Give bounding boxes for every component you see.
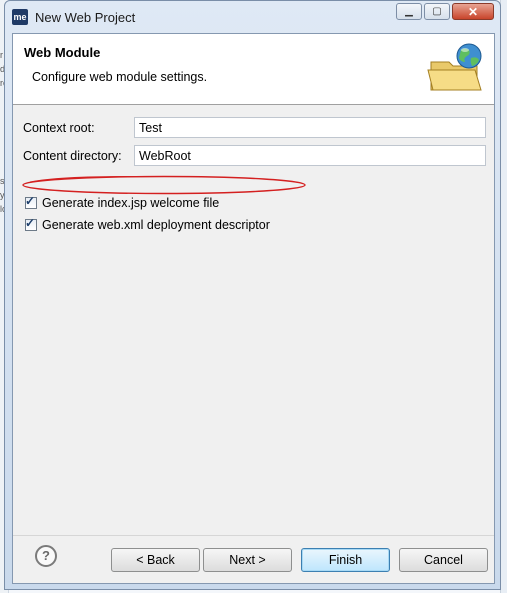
button-bar-separator [13, 535, 494, 536]
generate-web-xml-checkbox[interactable]: ✓ [25, 216, 37, 231]
generate-web-xml-label: Generate web.xml deployment descriptor [42, 218, 270, 232]
minimize-icon: ▁ [405, 6, 413, 17]
maximize-button[interactable]: ▢ [424, 3, 450, 20]
close-icon: ✕ [467, 4, 479, 19]
content-directory-label: Content directory: [23, 149, 122, 163]
help-icon: ? [42, 548, 50, 563]
wizard-banner: Web Module Configure web module settings… [13, 34, 494, 105]
checkmark-icon: ✓ [25, 194, 36, 208]
page-description: Configure web module settings. [32, 70, 208, 84]
generate-web-xml-option[interactable]: ✓ Generate web.xml deployment descriptor [25, 216, 270, 233]
context-root-label: Context root: [23, 121, 95, 135]
generate-index-jsp-label: Generate index.jsp welcome file [42, 196, 220, 210]
back-button[interactable]: < Back [111, 548, 200, 572]
content-directory-input[interactable] [134, 145, 486, 166]
red-annotation-ellipse [22, 175, 306, 195]
title-bar[interactable]: me New Web Project ▁ ▢ ✕ [5, 1, 500, 33]
minimize-button[interactable]: ▁ [396, 3, 422, 20]
close-button[interactable]: ✕ [452, 3, 494, 20]
window-title: New Web Project [35, 10, 136, 25]
maximize-icon: ▢ [432, 6, 442, 17]
help-button[interactable]: ? [35, 545, 57, 567]
cancel-button[interactable]: Cancel [399, 548, 488, 572]
checkmark-icon: ✓ [25, 216, 36, 230]
myeclipse-app-icon: me [12, 9, 28, 25]
context-root-row: Context root: [23, 117, 95, 139]
content-directory-row: Content directory: [23, 145, 122, 167]
web-folder-globe-icon [427, 43, 482, 91]
generate-index-jsp-option[interactable]: ✓ Generate index.jsp welcome file [25, 194, 220, 211]
new-web-project-dialog: me New Web Project ▁ ▢ ✕ Web Module Conf… [4, 0, 501, 590]
next-button[interactable]: Next > [203, 548, 292, 572]
generate-index-jsp-checkbox[interactable]: ✓ [25, 194, 37, 209]
finish-button[interactable]: Finish [301, 548, 390, 572]
window-controls: ▁ ▢ ✕ [396, 3, 494, 20]
background-window-edge-right [500, 0, 507, 593]
context-root-input[interactable] [134, 117, 486, 138]
dialog-content: Web Module Configure web module settings… [12, 33, 495, 584]
page-title: Web Module [24, 45, 101, 60]
